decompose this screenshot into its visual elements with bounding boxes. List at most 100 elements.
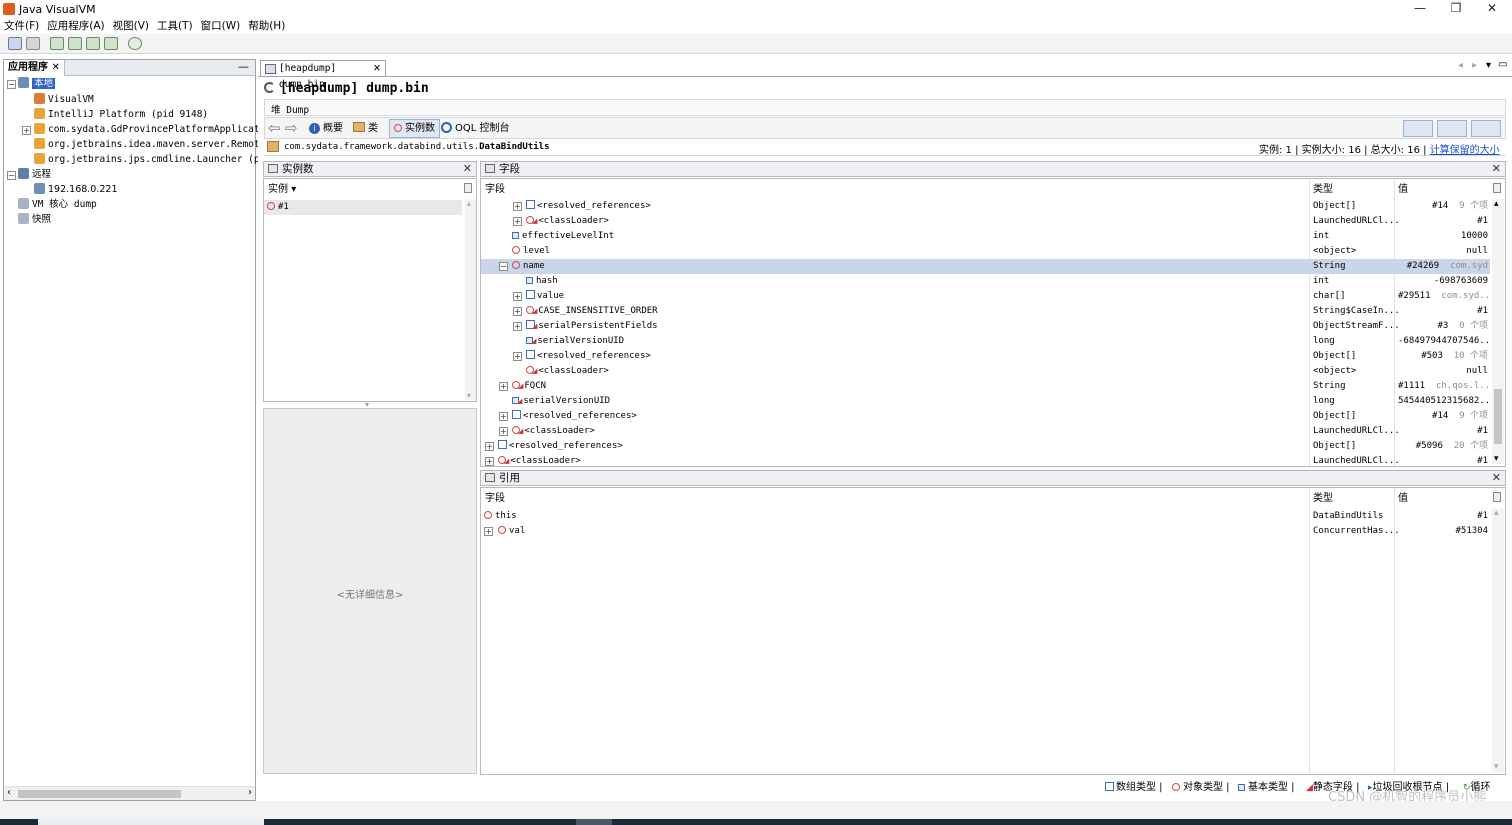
- field-row[interactable]: + ◢CASE_INSENSITIVE_ORDER String$CaseIn...…: [481, 304, 1490, 319]
- oql-console-button[interactable]: OQL 控制台: [441, 121, 510, 137]
- reference-row[interactable]: this DataBindUtils #1: [481, 509, 1490, 524]
- tree-node-snapshots[interactable]: 快照: [18, 212, 51, 227]
- minimize-icon[interactable]: —: [1405, 1, 1435, 17]
- type-column-header[interactable]: 类型: [1313, 181, 1333, 199]
- menu-window[interactable]: 窗口(W): [197, 18, 245, 34]
- add-remote-host-icon[interactable]: [68, 37, 82, 50]
- column-chooser-icon[interactable]: [464, 183, 472, 193]
- tree-expand-local[interactable]: −: [7, 80, 16, 89]
- field-row[interactable]: + ◢<classLoader> LaunchedURLCl... #1: [481, 454, 1490, 469]
- scrollbar-thumb[interactable]: [1494, 389, 1502, 444]
- column-chooser-icon[interactable]: [1493, 183, 1501, 193]
- gc-icon[interactable]: [128, 37, 142, 50]
- field-row[interactable]: + <resolved_references> Object[] #503 10 个项: [481, 349, 1490, 364]
- tree-node-remote-host[interactable]: 192.168.0.221: [34, 182, 118, 197]
- add-snapshot-icon[interactable]: [104, 37, 118, 50]
- minimize-panel-icon[interactable]: —: [238, 60, 249, 73]
- close-window-icon[interactable]: ✕: [1477, 1, 1507, 17]
- value-column-header[interactable]: 值: [1398, 490, 1408, 508]
- summary-view-button[interactable]: i 概要: [309, 121, 343, 137]
- collapse-icon[interactable]: −: [499, 262, 508, 271]
- scroll-down-icon[interactable]: ▾: [467, 391, 471, 400]
- field-row[interactable]: + ◢FQCN String #1111 ch.qos.l...: [481, 379, 1490, 394]
- maximize-window-icon[interactable]: ▭: [1498, 59, 1507, 70]
- expand-icon[interactable]: +: [499, 412, 508, 421]
- reference-row[interactable]: + val ConcurrentHas... #51304: [481, 524, 1490, 539]
- vertical-scrollbar[interactable]: ▴ ▾: [1492, 199, 1504, 464]
- tab-list-icon[interactable]: ▾: [1486, 60, 1491, 71]
- type-column-header[interactable]: 类型: [1313, 490, 1333, 508]
- field-row[interactable]: ◢serialVersionUID long -68497944707546...: [481, 334, 1490, 349]
- add-jmx-connection-icon[interactable]: [50, 37, 64, 50]
- expand-icon[interactable]: +: [513, 352, 522, 361]
- field-column-header[interactable]: 字段: [485, 181, 505, 199]
- field-column-header[interactable]: 字段: [485, 490, 505, 508]
- close-icon[interactable]: ✕: [51, 62, 59, 73]
- scroll-down-icon[interactable]: ▾: [1494, 454, 1499, 464]
- field-row[interactable]: + ◢serialPersistentFields ObjectStreamF...…: [481, 319, 1490, 334]
- expand-icon[interactable]: +: [513, 202, 522, 211]
- close-icon[interactable]: ✕: [1492, 471, 1501, 485]
- expand-icon[interactable]: +: [485, 457, 494, 466]
- menu-file[interactable]: 文件(F): [0, 18, 43, 34]
- tree-node-local[interactable]: 本地: [18, 76, 56, 91]
- scroll-tabs-left-icon[interactable]: ◂: [1458, 60, 1463, 71]
- column-chooser-icon[interactable]: [1493, 492, 1501, 502]
- vertical-scrollbar[interactable]: ▴ ▾: [465, 199, 476, 400]
- expand-icon[interactable]: +: [484, 527, 493, 536]
- layout-toggle-1-icon[interactable]: [1403, 120, 1433, 137]
- classes-view-button[interactable]: 类: [353, 121, 378, 137]
- field-row[interactable]: − name String #24269 com.syd: [481, 259, 1490, 274]
- scroll-up-icon[interactable]: ▴: [1494, 508, 1499, 518]
- tree-node-coredump[interactable]: VM 核心 dump: [18, 197, 97, 212]
- instances-view-button[interactable]: 实例数: [389, 119, 440, 138]
- field-row[interactable]: effectiveLevelInt int 10000: [481, 229, 1490, 244]
- menu-application[interactable]: 应用程序(A): [43, 18, 108, 34]
- field-row[interactable]: level <object> null: [481, 244, 1490, 259]
- load-snapshot-icon[interactable]: [8, 37, 22, 50]
- tab-heapdump[interactable]: [heapdump] dump.bin ✕: [260, 60, 386, 90]
- close-icon[interactable]: ✕: [463, 162, 472, 176]
- field-row[interactable]: + ◢<classLoader> LaunchedURLCl... #1: [481, 424, 1490, 439]
- field-row[interactable]: ◢<classLoader> <object> null: [481, 364, 1490, 379]
- scroll-tabs-right-icon[interactable]: ▸: [1472, 60, 1477, 71]
- maximize-icon[interactable]: ❐: [1441, 1, 1471, 17]
- scroll-up-icon[interactable]: ▴: [467, 199, 471, 208]
- vertical-scrollbar[interactable]: ▴ ▾: [1492, 508, 1504, 772]
- taskbar-item[interactable]: [576, 819, 612, 825]
- close-icon[interactable]: ✕: [1492, 162, 1501, 176]
- tree-node-visualvm[interactable]: VisualVM: [34, 92, 94, 107]
- expand-icon[interactable]: +: [513, 322, 522, 331]
- layout-toggle-3-icon[interactable]: [1471, 120, 1501, 137]
- expand-icon[interactable]: +: [513, 307, 522, 316]
- expand-icon[interactable]: +: [499, 427, 508, 436]
- taskbar-item[interactable]: [38, 819, 264, 825]
- menu-tools[interactable]: 工具(T): [153, 18, 197, 34]
- menu-help[interactable]: 帮助(H): [244, 18, 289, 34]
- tab-applications[interactable]: 应用程序 ✕: [4, 60, 65, 76]
- expand-icon[interactable]: +: [499, 382, 508, 391]
- field-row[interactable]: + ◢<classLoader> LaunchedURLCl... #1: [481, 214, 1490, 229]
- scrollbar-thumb[interactable]: [18, 790, 181, 798]
- save-icon[interactable]: [26, 37, 40, 50]
- horizontal-scrollbar[interactable]: ‹ ›: [4, 786, 255, 800]
- menu-view[interactable]: 视图(V): [109, 18, 153, 34]
- compute-retained-size-link[interactable]: 计算保留的大小: [1430, 145, 1500, 156]
- scroll-up-icon[interactable]: ▴: [1494, 199, 1499, 209]
- expand-icon[interactable]: +: [513, 217, 522, 226]
- instances-column-header[interactable]: 实例 ▾: [268, 181, 458, 199]
- back-icon[interactable]: ⇦: [268, 119, 281, 137]
- scroll-down-icon[interactable]: ▾: [1494, 762, 1499, 772]
- field-row[interactable]: + <resolved_references> Object[] #14 9 个项: [481, 199, 1490, 214]
- field-row[interactable]: + value char[] #29511 com.syd...: [481, 289, 1490, 304]
- tree-node-intellij[interactable]: IntelliJ Platform (pid 9148): [34, 107, 208, 122]
- layout-toggle-2-icon[interactable]: [1437, 120, 1467, 137]
- expand-icon[interactable]: +: [485, 442, 494, 451]
- close-icon[interactable]: ✕: [373, 61, 381, 77]
- field-row[interactable]: + <resolved_references> Object[] #14 9 个项: [481, 409, 1490, 424]
- field-row[interactable]: ◢serialVersionUID long 545440512315682...: [481, 394, 1490, 409]
- tree-expand-gdprovince[interactable]: +: [22, 126, 31, 135]
- expand-icon[interactable]: +: [513, 292, 522, 301]
- tree-node-remote[interactable]: 远程: [18, 167, 51, 182]
- tree-expand-remote[interactable]: −: [7, 171, 16, 180]
